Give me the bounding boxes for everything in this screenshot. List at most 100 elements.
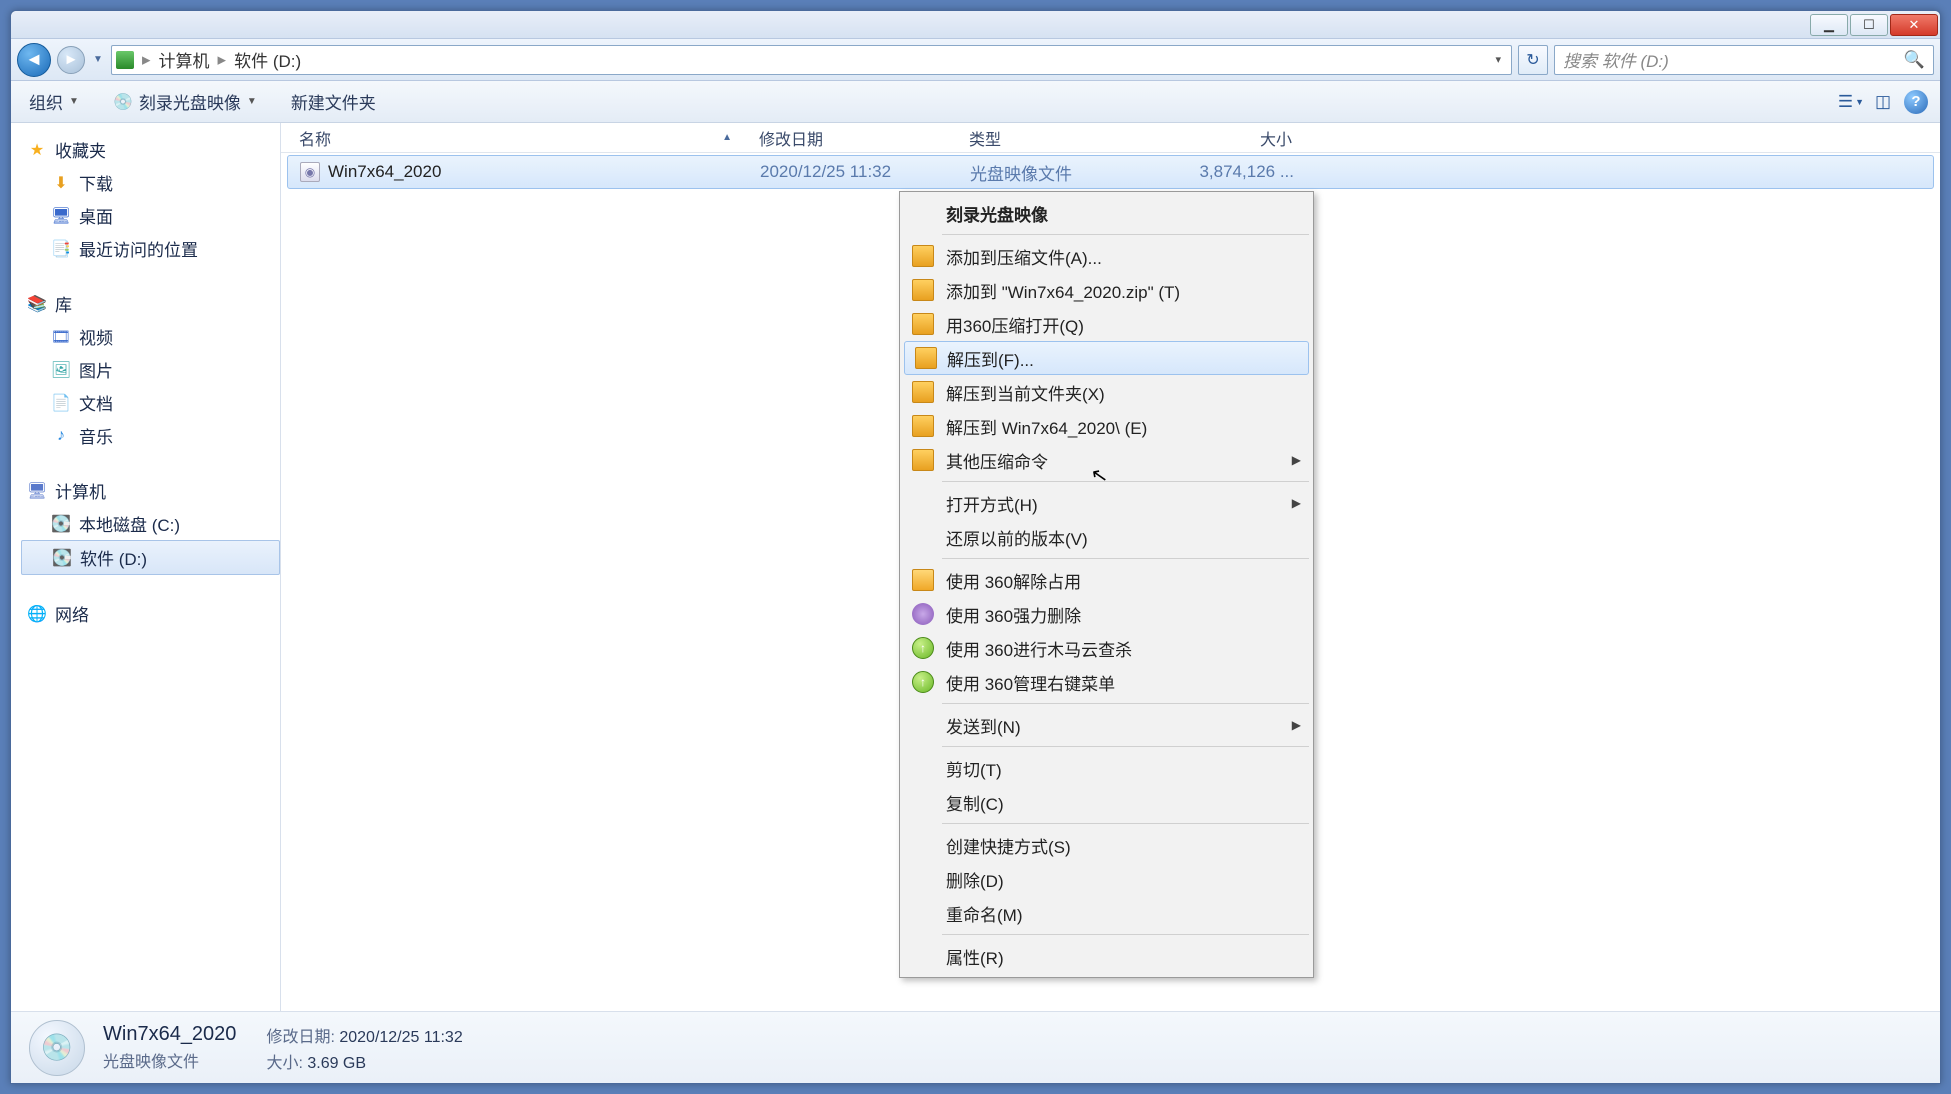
context-icon [912, 415, 934, 437]
context-menu-item[interactable]: 使用 360解除占用 [902, 563, 1311, 597]
column-size[interactable]: 大小 [1171, 126, 1301, 150]
sidebar-item[interactable]: 💽软件 (D:) [21, 540, 280, 575]
search-input[interactable]: 搜索 软件 (D:) 🔍 [1554, 45, 1934, 75]
sidebar-network: 🌐 网络 [21, 597, 280, 630]
context-menu-item[interactable]: 其他压缩命令▶ [902, 443, 1311, 477]
help-button[interactable]: ? [1904, 90, 1928, 114]
forward-button[interactable]: ► [57, 46, 85, 74]
video-icon: 🎞 [51, 327, 71, 347]
sidebar-libraries: 📚 库 🎞视频🖼图片📄文档♪音乐 [21, 287, 280, 452]
sort-arrow-icon: ▲ [722, 132, 732, 143]
column-type[interactable]: 类型 [961, 126, 1171, 150]
minimize-button[interactable]: ▁ [1810, 14, 1848, 36]
context-icon [912, 313, 934, 335]
column-headers: 名称 ▲ 修改日期 类型 大小 [281, 123, 1940, 153]
context-menu-separator [942, 234, 1309, 235]
sidebar-favorites-header[interactable]: ★ 收藏夹 [21, 133, 280, 166]
breadcrumb-root[interactable]: 计算机 [159, 47, 210, 72]
context-menu-item[interactable]: 打开方式(H)▶ [902, 486, 1311, 520]
context-menu-item[interactable]: 创建快捷方式(S) [902, 828, 1311, 862]
new-folder-button[interactable]: 新建文件夹 [285, 85, 382, 118]
submenu-arrow-icon: ▶ [1292, 496, 1301, 510]
context-menu-item[interactable]: ↑使用 360进行木马云查杀 [902, 631, 1311, 665]
sidebar: ★ 收藏夹 ⬇下载🖥桌面📑最近访问的位置 📚 库 🎞视频🖼图片📄文档♪音乐 🖥 … [11, 123, 281, 1011]
context-menu-item[interactable]: 剪切(T) [902, 751, 1311, 785]
context-menu-item[interactable]: 删除(D) [902, 862, 1311, 896]
sidebar-libraries-header[interactable]: 📚 库 [21, 287, 280, 320]
context-icon [912, 381, 934, 403]
context-icon: ↑ [912, 671, 934, 693]
drive-icon: 💽 [52, 548, 72, 568]
context-menu-item[interactable]: 添加到压缩文件(A)... [902, 239, 1311, 273]
music-icon: ♪ [51, 426, 71, 446]
context-menu-item[interactable]: ↑使用 360管理右键菜单 [902, 665, 1311, 699]
sidebar-item[interactable]: 🖥桌面 [21, 199, 280, 232]
details-subtitle: 光盘映像文件 [103, 1048, 236, 1072]
sidebar-computer: 🖥 计算机 💽本地磁盘 (C:)💽软件 (D:) [21, 474, 280, 575]
details-pane: 💿 Win7x64_2020 光盘映像文件 修改日期: 2020/12/25 1… [11, 1011, 1940, 1083]
breadcrumb-sep: ▸ [140, 50, 153, 70]
explorer-window: ▁ ☐ ✕ ◄ ► ▼ ▸ 计算机 ▸ 软件 (D:) ▾ ↻ 搜索 软件 (D… [10, 10, 1941, 1084]
details-title: Win7x64_2020 [103, 1023, 236, 1046]
sidebar-item[interactable]: ⬇下载 [21, 166, 280, 199]
toolbar: 组织▼ 💿 刻录光盘映像▼ 新建文件夹 ☰ ▼ ◫ ? [11, 81, 1940, 123]
column-name[interactable]: 名称 ▲ [291, 126, 751, 150]
organize-menu[interactable]: 组织▼ [23, 85, 85, 118]
preview-pane-button[interactable]: ◫ [1872, 91, 1894, 113]
close-button[interactable]: ✕ [1890, 14, 1938, 36]
context-menu-item[interactable]: 解压到 Win7x64_2020\ (E) [902, 409, 1311, 443]
breadcrumb-sep: ▸ [216, 50, 229, 70]
burn-image-button[interactable]: 💿 刻录光盘映像▼ [107, 85, 263, 118]
context-menu-item[interactable]: 解压到当前文件夹(X) [902, 375, 1311, 409]
sidebar-network-header[interactable]: 🌐 网络 [21, 597, 280, 630]
sidebar-item[interactable]: 💽本地磁盘 (C:) [21, 507, 280, 540]
navbar: ◄ ► ▼ ▸ 计算机 ▸ 软件 (D:) ▾ ↻ 搜索 软件 (D:) 🔍 [11, 39, 1940, 81]
history-dropdown[interactable]: ▼ [91, 46, 105, 74]
refresh-button[interactable]: ↻ [1518, 45, 1548, 75]
back-button[interactable]: ◄ [17, 43, 51, 77]
context-menu-item[interactable]: 重命名(M) [902, 896, 1311, 930]
context-menu-item[interactable]: 发送到(N)▶ [902, 708, 1311, 742]
download-icon: ⬇ [51, 173, 71, 193]
address-dropdown[interactable]: ▾ [1489, 53, 1507, 66]
sidebar-item[interactable]: ♪音乐 [21, 419, 280, 452]
maximize-button[interactable]: ☐ [1850, 14, 1888, 36]
drive-icon: 💽 [51, 514, 71, 534]
context-menu-item[interactable]: 复制(C) [902, 785, 1311, 819]
address-bar[interactable]: ▸ 计算机 ▸ 软件 (D:) ▾ [111, 45, 1512, 75]
file-pane: 名称 ▲ 修改日期 类型 大小 ◉Win7x64_20202020/12/25 … [281, 123, 1940, 1011]
file-row[interactable]: ◉Win7x64_20202020/12/25 11:32光盘映像文件3,874… [287, 155, 1934, 189]
sidebar-item[interactable]: 🖼图片 [21, 353, 280, 386]
body: ★ 收藏夹 ⬇下载🖥桌面📑最近访问的位置 📚 库 🎞视频🖼图片📄文档♪音乐 🖥 … [11, 123, 1940, 1011]
context-menu: 刻录光盘映像添加到压缩文件(A)...添加到 "Win7x64_2020.zip… [899, 191, 1314, 978]
context-menu-item[interactable]: 刻录光盘映像 [902, 196, 1311, 230]
context-menu-item[interactable]: 添加到 "Win7x64_2020.zip" (T) [902, 273, 1311, 307]
disc-icon: 💿 [113, 92, 133, 112]
sidebar-favorites: ★ 收藏夹 ⬇下载🖥桌面📑最近访问的位置 [21, 133, 280, 265]
search-icon[interactable]: 🔍 [1904, 50, 1925, 70]
context-menu-item[interactable]: 解压到(F)... [904, 341, 1309, 375]
context-menu-item[interactable]: 属性(R) [902, 939, 1311, 973]
context-menu-separator [942, 934, 1309, 935]
column-date[interactable]: 修改日期 [751, 126, 961, 150]
sidebar-computer-header[interactable]: 🖥 计算机 [21, 474, 280, 507]
sidebar-item[interactable]: 🎞视频 [21, 320, 280, 353]
context-menu-separator [942, 746, 1309, 747]
context-menu-separator [942, 481, 1309, 482]
pictures-icon: 🖼 [51, 360, 71, 380]
context-menu-separator [942, 558, 1309, 559]
submenu-arrow-icon: ▶ [1292, 718, 1301, 732]
view-options-button[interactable]: ☰ ▼ [1840, 91, 1862, 113]
context-menu-item[interactable]: 用360压缩打开(Q) [902, 307, 1311, 341]
sidebar-item[interactable]: 📑最近访问的位置 [21, 232, 280, 265]
sidebar-item[interactable]: 📄文档 [21, 386, 280, 419]
context-icon [912, 449, 934, 471]
context-menu-item[interactable]: 还原以前的版本(V) [902, 520, 1311, 554]
context-icon [912, 279, 934, 301]
context-icon [912, 603, 934, 625]
context-menu-item[interactable]: 使用 360强力删除 [902, 597, 1311, 631]
documents-icon: 📄 [51, 393, 71, 413]
star-icon: ★ [27, 140, 47, 160]
context-icon: ↑ [912, 637, 934, 659]
breadcrumb-current[interactable]: 软件 (D:) [234, 47, 301, 72]
